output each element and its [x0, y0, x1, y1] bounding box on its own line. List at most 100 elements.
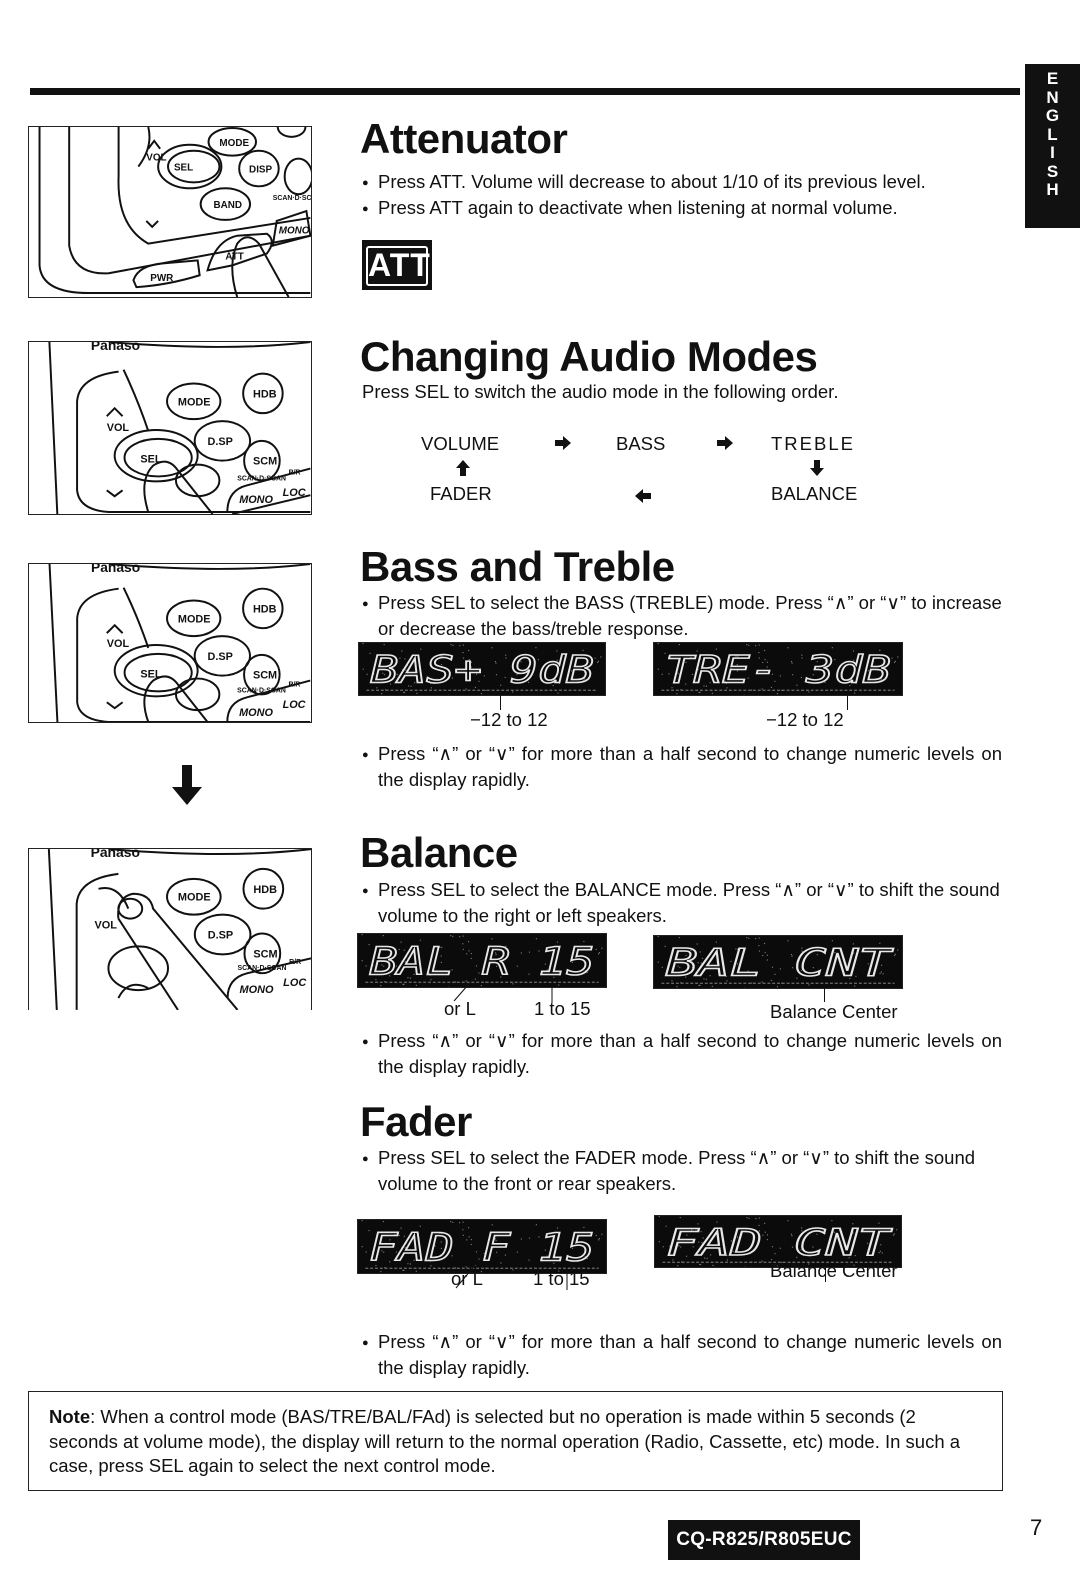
down-arrow-icon	[172, 765, 202, 810]
mode-bass: BASS	[616, 433, 666, 454]
svg-text:R/R: R/R	[289, 959, 301, 966]
lcd-noise	[662, 1246, 664, 1248]
language-letter: L	[1047, 124, 1058, 144]
language-letter: I	[1050, 143, 1055, 162]
lcd-noise	[700, 1263, 702, 1266]
lcd-noise	[361, 1220, 363, 1222]
lcd-noise	[450, 1221, 452, 1223]
callout-line	[824, 988, 825, 1002]
fader-bullet-1: Press SEL to select the FADER mode. Pres…	[362, 1146, 1002, 1196]
lcd-noise	[746, 1216, 748, 1219]
lcd-noise	[382, 1220, 384, 1223]
language-tab: E N G L I S H	[1025, 64, 1080, 228]
lcd-noise	[459, 645, 461, 647]
left-arrow-icon	[635, 486, 651, 508]
svg-text:SCM: SCM	[253, 456, 277, 468]
bullet-item: Press SEL to select the BASS (TREBLE) mo…	[362, 591, 1002, 641]
balance-range-caption: 1 to 15	[534, 998, 591, 1019]
lcd-noise	[661, 673, 663, 675]
callout-line	[847, 694, 848, 710]
fader-center-caption: Balance Center	[770, 1260, 898, 1281]
lcd-noise	[600, 656, 602, 658]
note-text: : When a control mode (BAS/TRE/BAL/FAd) …	[49, 1406, 961, 1476]
lcd-noise	[462, 935, 464, 937]
svg-text:SCM: SCM	[253, 670, 277, 682]
section-title-audio-modes: Changing Audio Modes	[360, 333, 818, 380]
lcd-noise	[598, 1239, 600, 1241]
lcd-noise	[897, 949, 899, 951]
lcd-noise	[365, 1251, 367, 1253]
model-number-badge: CQ-R825/R805EUC	[668, 1520, 860, 1560]
car-stereo-att-press-icon: VOL SEL MODE DISP BAND SCAN·D·SCA MONO P…	[38, 127, 311, 297]
callout-line	[500, 694, 501, 710]
lcd-noise	[890, 1230, 892, 1232]
fader-bullet-2: Press “∧” or “∨” for more than a half se…	[362, 1330, 1002, 1380]
lcd-noise	[891, 950, 893, 952]
top-rule	[30, 88, 1020, 95]
lcd-noise	[657, 668, 659, 670]
lcd-noise	[661, 966, 663, 968]
lcd-noise	[676, 693, 678, 695]
svg-text:MODE: MODE	[219, 138, 249, 149]
lcd-noise	[450, 935, 452, 937]
svg-text:LOC: LOC	[283, 699, 306, 711]
lcd-noise	[380, 984, 382, 987]
language-letter: N	[1046, 87, 1059, 107]
mode-fader: FADER	[430, 483, 492, 504]
att-badge-label: ATT	[366, 246, 430, 286]
lcd-noise	[658, 1216, 660, 1218]
svg-text:MONO: MONO	[240, 984, 274, 996]
lcd-noise	[452, 1221, 454, 1224]
language-letter: H	[1046, 180, 1059, 199]
balance-bullet-1: Press SEL to select the BALANCE mode. Pr…	[362, 878, 1002, 928]
note-label: Note	[49, 1406, 91, 1427]
lcd-noise	[748, 937, 750, 939]
lcd-text: FAD CNT	[666, 1221, 892, 1264]
lcd-noise	[657, 936, 659, 938]
section-title-bass-treble: Bass and Treble	[360, 543, 675, 590]
lcd-noise	[362, 668, 364, 670]
lcd-noise	[403, 691, 406, 694]
lcd-noise	[758, 937, 760, 939]
down-arrow-icon	[810, 459, 824, 481]
lcd-noise	[677, 1265, 679, 1267]
svg-text:SEL: SEL	[174, 162, 193, 173]
mode-volume: VOLUME	[421, 433, 500, 454]
treble-range-caption: −12 to 12	[766, 709, 844, 730]
lcd-noise	[361, 960, 363, 962]
lcd-noise	[459, 936, 461, 938]
svg-text:VOL: VOL	[146, 153, 166, 164]
svg-text:HDB: HDB	[253, 388, 277, 400]
lcd-noise	[361, 934, 363, 936]
bullet-item: Press SEL to select the BALANCE mode. Pr…	[362, 878, 1002, 928]
lcd-noise	[365, 965, 367, 967]
lcd-noise	[598, 1238, 601, 1240]
lcd-noise	[415, 1270, 417, 1272]
lcd-noise	[380, 1270, 382, 1273]
section-title-attenuator: Attenuator	[360, 115, 568, 162]
lcd-noise	[808, 691, 810, 693]
att-button-illustration: VOL SEL MODE DISP BAND SCAN·D·SCA MONO P…	[28, 126, 312, 298]
bullet-item: Press ATT. Volume will decrease to about…	[362, 170, 1002, 196]
bass-treble-bullet-1: Press SEL to select the BASS (TREBLE) mo…	[362, 591, 1002, 641]
lcd-noise	[776, 693, 779, 695]
lcd-noise	[658, 1241, 660, 1243]
lcd-noise	[678, 643, 680, 646]
lcd-display-balance-center: BAL CNT	[653, 935, 903, 989]
lcd-noise	[891, 657, 893, 659]
sel-button-illustration-1: Panaso VOL SEL MODE HDB D.SP SCM SCAN·D·…	[28, 341, 312, 515]
svg-text:Panaso: Panaso	[91, 849, 140, 860]
lcd-noise	[462, 1221, 464, 1223]
lcd-noise	[758, 1217, 760, 1219]
lcd-noise	[594, 657, 596, 659]
svg-text:DISP: DISP	[249, 164, 272, 175]
lcd-noise	[711, 692, 713, 694]
lcd-noise	[678, 936, 680, 939]
lcd-display-bass: BAS+ 9dB	[358, 642, 606, 696]
lcd-noise	[699, 984, 701, 987]
svg-text:D.SP: D.SP	[208, 651, 233, 663]
attenuator-bullets: Press ATT. Volume will decrease to about…	[362, 170, 1002, 221]
svg-text:LOC: LOC	[283, 977, 306, 989]
lcd-noise	[854, 692, 856, 694]
car-stereo-vol-press-icon: Panaso VOL MODE HDB D.SP SCM SCAN·D·SCAN…	[47, 849, 311, 1010]
